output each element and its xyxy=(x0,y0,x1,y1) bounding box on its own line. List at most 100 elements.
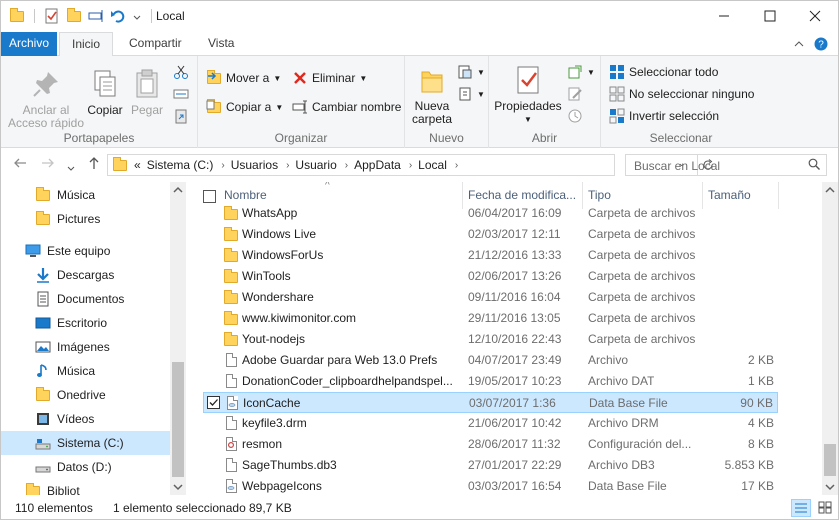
search-icon[interactable] xyxy=(808,158,820,170)
nav-item-este-equipo[interactable]: Este equipo xyxy=(1,239,170,263)
edit-button[interactable] xyxy=(567,86,583,102)
column-nombre[interactable]: Nombre xyxy=(224,188,267,202)
file-scrollbar-thumb[interactable] xyxy=(824,444,836,476)
maximize-button[interactable] xyxy=(747,1,793,31)
column-fecha[interactable]: Fecha de modifica... xyxy=(468,188,576,202)
cut-button[interactable] xyxy=(173,64,189,80)
search-input[interactable]: Buscar en Local xyxy=(634,159,720,173)
large-icons-view-button[interactable] xyxy=(816,499,836,517)
nav-item-datos-d[interactable]: Datos (D:) xyxy=(1,455,170,479)
file-row[interactable]: keyfile3.drm 21/06/2017 10:42 Archivo DRM 4… xyxy=(203,413,778,434)
nav-item-imagenes[interactable]: Imágenes xyxy=(1,335,170,359)
scroll-down-icon[interactable] xyxy=(170,481,186,493)
chevron-right-icon[interactable]: › xyxy=(221,160,224,171)
select-none-button[interactable]: No seleccionar ninguno xyxy=(609,86,754,102)
scroll-up-icon[interactable] xyxy=(170,184,186,196)
file-row[interactable]: WebpageIcons 03/03/2017 16:54 Data Base Fi… xyxy=(203,476,778,495)
file-row[interactable]: IconCache 03/07/2017 1:36 Data Base File 90… xyxy=(203,392,778,413)
address-bar[interactable]: « Sistema (C:) › Usuarios › Usuario › Ap… xyxy=(107,154,712,176)
tab-compartir[interactable]: Compartir xyxy=(117,32,194,56)
tab-inicio[interactable]: Inicio xyxy=(59,32,114,57)
easy-access-button[interactable]: ▼ xyxy=(457,86,485,102)
file-row[interactable]: www.kiwimonitor.com 29/11/2016 13:05 Carpe… xyxy=(203,308,778,329)
back-button[interactable] xyxy=(13,156,27,173)
move-to-button[interactable]: Mover a ▼ xyxy=(206,70,281,86)
tab-vista[interactable]: Vista xyxy=(196,32,246,56)
forward-button[interactable] xyxy=(41,156,55,173)
nav-scrollbar[interactable] xyxy=(170,182,186,495)
file-row[interactable]: Windows Live 02/03/2017 12:11 Carpeta de a… xyxy=(203,224,778,245)
paste-shortcut-button[interactable] xyxy=(173,108,189,124)
copy-button[interactable]: Copiar xyxy=(85,68,125,117)
close-button[interactable] xyxy=(792,1,838,31)
nav-scrollbar-thumb[interactable] xyxy=(172,362,184,477)
breadcrumb-local[interactable]: Local xyxy=(418,158,447,172)
file-icon xyxy=(224,458,238,472)
file-row[interactable]: WinTools 02/06/2017 13:26 Carpeta de archi… xyxy=(203,266,778,287)
paste-button[interactable]: Pegar xyxy=(127,68,167,117)
pin-quick-access-button[interactable]: Anclar al Acceso rápido xyxy=(7,68,85,130)
nav-item-escritorio[interactable]: Escritorio xyxy=(1,311,170,335)
file-row[interactable]: Yout-nodejs 12/10/2016 22:43 Carpeta de ar… xyxy=(203,329,778,350)
row-checkbox[interactable] xyxy=(207,396,220,409)
delete-button[interactable]: Eliminar ▼ xyxy=(292,70,367,86)
new-folder-button[interactable]: Nueva carpeta xyxy=(409,64,455,126)
file-row[interactable]: SageThumbs.db3 27/01/2017 22:29 Archivo DB… xyxy=(203,455,778,476)
file-row[interactable]: Wondershare 09/11/2016 16:04 Carpeta de ar… xyxy=(203,287,778,308)
rename-icon[interactable] xyxy=(88,8,104,24)
copy-path-button[interactable] xyxy=(173,86,189,102)
file-row[interactable]: Adobe Guardar para Web 13.0 Prefs 04/07/2… xyxy=(203,350,778,371)
undo-icon[interactable] xyxy=(110,8,126,24)
nav-item-onedrive[interactable]: Onedrive xyxy=(1,383,170,407)
nav-item-pictures[interactable]: Pictures xyxy=(1,207,170,231)
breadcrumb-usuarios[interactable]: Usuarios xyxy=(231,158,278,172)
file-row[interactable]: WhatsApp 06/04/2017 16:09 Carpeta de archi… xyxy=(203,203,778,224)
file-scrollbar[interactable] xyxy=(822,182,838,495)
select-all-button[interactable]: Seleccionar todo xyxy=(609,64,718,80)
chevron-right-icon[interactable]: › xyxy=(286,160,289,171)
breadcrumb-usuario[interactable]: Usuario xyxy=(295,158,336,172)
column-divider[interactable] xyxy=(778,182,779,209)
chevron-right-icon[interactable]: › xyxy=(345,160,348,171)
scroll-down-icon[interactable] xyxy=(822,481,838,493)
rename-button[interactable]: Cambiar nombre xyxy=(292,99,401,115)
history-button[interactable] xyxy=(567,108,583,124)
nav-item-musica-quick[interactable]: Música xyxy=(1,183,170,207)
nav-item-descargas[interactable]: Descargas xyxy=(1,263,170,287)
help-icon[interactable]: ? xyxy=(814,37,828,51)
file-row[interactable]: WindowsForUs 21/12/2016 13:33 Carpeta de a… xyxy=(203,245,778,266)
new-folder-icon[interactable] xyxy=(66,8,82,24)
breadcrumb-appdata[interactable]: AppData xyxy=(354,158,401,172)
column-tipo[interactable]: Tipo xyxy=(588,188,611,202)
details-view-button[interactable] xyxy=(791,499,811,517)
nav-item-bibliotecas[interactable]: Bibliot xyxy=(1,479,170,495)
nav-item-musica[interactable]: Música xyxy=(1,359,170,383)
tab-archivo[interactable]: Archivo xyxy=(1,32,57,56)
customize-toolbar-icon[interactable] xyxy=(132,8,142,24)
breadcrumb-overflow[interactable]: « xyxy=(134,158,141,172)
new-folder-icon xyxy=(416,64,448,96)
dropdown-arrow-icon: ▼ xyxy=(359,73,368,83)
new-item-button[interactable]: ▼ xyxy=(457,64,485,80)
breadcrumb-sistema[interactable]: Sistema (C:) xyxy=(147,158,214,172)
open-button[interactable]: ▼ xyxy=(567,64,595,80)
file-row[interactable]: DonationCoder_clipboardhelpandspel... 19/… xyxy=(203,371,778,392)
chevron-right-icon[interactable]: › xyxy=(409,160,412,171)
file-row[interactable]: resmon 28/06/2017 11:32 Configuración del.… xyxy=(203,434,778,455)
properties-button[interactable]: Propiedades ▼ xyxy=(493,64,563,126)
collapse-ribbon-icon[interactable] xyxy=(794,39,804,49)
up-button[interactable] xyxy=(87,156,101,173)
select-all-checkbox[interactable] xyxy=(203,190,216,203)
properties-icon[interactable] xyxy=(44,8,60,24)
nav-item-videos[interactable]: Vídeos xyxy=(1,407,170,431)
nav-item-sistema-c[interactable]: Sistema (C:) xyxy=(1,431,170,455)
column-tamano[interactable]: Tamaño xyxy=(708,188,751,202)
search-box[interactable]: Buscar en Local xyxy=(625,154,827,176)
scroll-up-icon[interactable] xyxy=(822,184,838,196)
nav-item-documentos[interactable]: Documentos xyxy=(1,287,170,311)
minimize-button[interactable] xyxy=(701,1,747,31)
chevron-right-icon[interactable]: › xyxy=(455,160,458,171)
recent-locations-button[interactable] xyxy=(67,160,75,176)
copy-to-button[interactable]: Copiar a ▼ xyxy=(206,99,283,115)
invert-selection-button[interactable]: Invertir selección xyxy=(609,108,719,124)
